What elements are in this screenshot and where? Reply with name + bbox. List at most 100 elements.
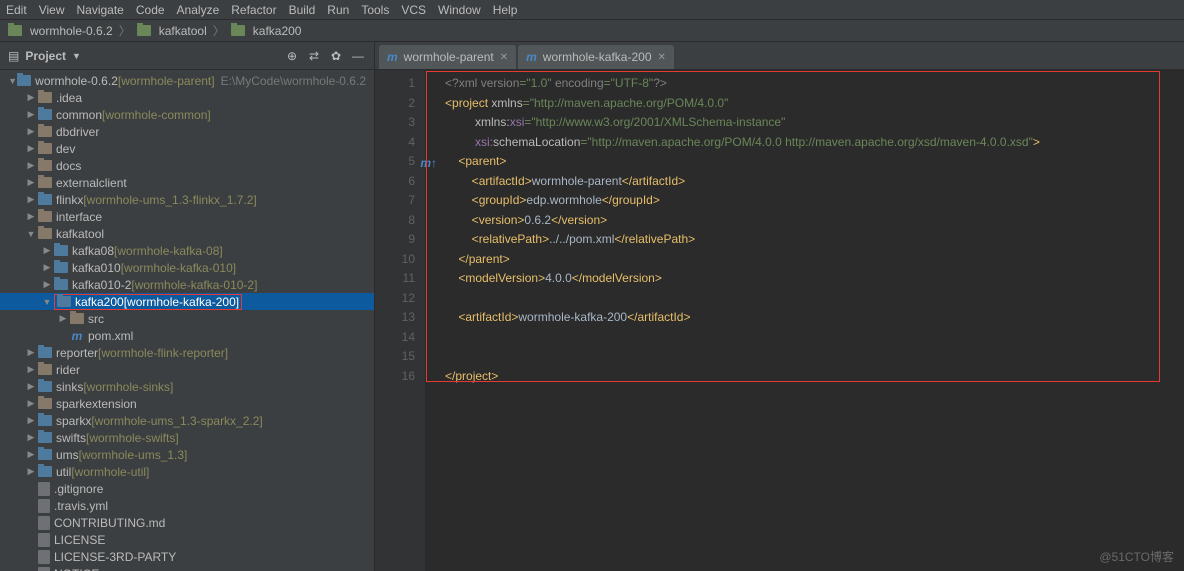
tree-row[interactable]: ▶docs — [0, 157, 374, 174]
expand-icon[interactable]: ▶ — [24, 466, 38, 477]
expand-icon[interactable]: ▶ — [24, 92, 38, 103]
expand-icon[interactable]: ▶ — [24, 364, 38, 375]
menu-edit[interactable]: Edit — [6, 3, 27, 17]
expand-icon[interactable]: ▶ — [24, 194, 38, 205]
close-icon[interactable]: ✕ — [500, 52, 508, 63]
project-tree[interactable]: ▼wormhole-0.6.2 [wormhole-parent] E:\MyC… — [0, 70, 374, 571]
breadcrumb-mid[interactable]: kafkatool — [159, 24, 207, 38]
menu-window[interactable]: Window — [438, 3, 481, 17]
tree-row[interactable]: .travis.yml — [0, 497, 374, 514]
tree-row[interactable]: ▶sparkextension — [0, 395, 374, 412]
tree-row[interactable]: ▶reporter [wormhole-flink-reporter] — [0, 344, 374, 361]
expand-icon[interactable]: ▶ — [24, 449, 38, 460]
tree-label: common — [56, 108, 102, 122]
menu-run[interactable]: Run — [327, 3, 349, 17]
expand-icon[interactable]: ▶ — [24, 347, 38, 358]
tab-wormhole-kafka-200[interactable]: m wormhole-kafka-200 ✕ — [518, 45, 674, 69]
menu-view[interactable]: View — [39, 3, 65, 17]
gear-icon[interactable]: ✿ — [328, 48, 344, 64]
expand-icon[interactable]: ▶ — [24, 143, 38, 154]
menu-help[interactable]: Help — [493, 3, 518, 17]
tree-label: CONTRIBUTING.md — [54, 516, 165, 530]
expand-icon[interactable]: ▶ — [24, 126, 38, 137]
expand-icon[interactable]: ▶ — [24, 398, 38, 409]
tree-row[interactable]: ▶sinks [wormhole-sinks] — [0, 378, 374, 395]
tree-row[interactable]: ▶dbdriver — [0, 123, 374, 140]
code-editor[interactable]: <?xml version="1.0" encoding="UTF-8"?> <… — [425, 70, 1184, 571]
tree-row[interactable]: ▶util [wormhole-util] — [0, 463, 374, 480]
tree-row[interactable]: ▼kafka200 [wormhole-kafka-200] — [0, 293, 374, 310]
tree-row[interactable]: NOTICE — [0, 565, 374, 571]
menu-vcs[interactable]: VCS — [401, 3, 426, 17]
tree-row[interactable]: ▶common [wormhole-common] — [0, 106, 374, 123]
menu-navigate[interactable]: Navigate — [76, 3, 123, 17]
menu-build[interactable]: Build — [289, 3, 316, 17]
tab-wormhole-parent[interactable]: m wormhole-parent ✕ — [379, 45, 516, 69]
expand-icon[interactable]: ▶ — [40, 262, 54, 273]
tree-row[interactable]: ▶swifts [wormhole-swifts] — [0, 429, 374, 446]
expand-icon[interactable]: ▶ — [24, 160, 38, 171]
editor-area: m wormhole-parent ✕ m wormhole-kafka-200… — [375, 42, 1184, 571]
tree-label: externalclient — [56, 176, 127, 190]
tree-row[interactable]: LICENSE-3RD-PARTY — [0, 548, 374, 565]
dropdown-icon[interactable]: ▼ — [72, 51, 81, 61]
folder-icon — [38, 347, 52, 358]
folder-icon — [54, 262, 68, 273]
menu-code[interactable]: Code — [136, 3, 165, 17]
tree-label: kafka200 — [75, 295, 124, 309]
tree-row[interactable]: ▶dev — [0, 140, 374, 157]
tree-row[interactable]: ▶rider — [0, 361, 374, 378]
menu-refactor[interactable]: Refactor — [231, 3, 276, 17]
expand-icon[interactable]: ▼ — [40, 297, 54, 307]
line-gutter[interactable]: 12345m↑678910111213141516 — [375, 70, 425, 571]
tree-row[interactable]: ▶flinkx [wormhole-ums_1.3-flinkx_1.7.2] — [0, 191, 374, 208]
tree-row[interactable]: ▶.idea — [0, 89, 374, 106]
tree-row[interactable]: ▶kafka08 [wormhole-kafka-08] — [0, 242, 374, 259]
menu-tools[interactable]: Tools — [361, 3, 389, 17]
tree-row[interactable]: LICENSE — [0, 531, 374, 548]
expand-icon[interactable]: ▼ — [24, 229, 38, 239]
expand-icon[interactable]: ▶ — [24, 109, 38, 120]
tree-row[interactable]: CONTRIBUTING.md — [0, 514, 374, 531]
collapse-icon[interactable]: — — [350, 48, 366, 64]
tree-row[interactable]: ▼wormhole-0.6.2 [wormhole-parent] E:\MyC… — [0, 72, 374, 89]
tree-row[interactable]: ▶src — [0, 310, 374, 327]
settings-icon[interactable]: ⇄ — [306, 48, 322, 64]
project-icon: ▤ — [8, 49, 19, 63]
folder-icon — [137, 25, 151, 36]
target-icon[interactable]: ⊕ — [284, 48, 300, 64]
folder-icon — [70, 313, 84, 324]
close-icon[interactable]: ✕ — [658, 52, 666, 63]
tree-label: .gitignore — [54, 482, 103, 496]
module-label: [wormhole-kafka-010-2] — [131, 278, 257, 292]
maven-icon: m — [387, 50, 398, 64]
tree-row[interactable]: mpom.xml — [0, 327, 374, 344]
expand-icon[interactable]: ▶ — [24, 415, 38, 426]
chevron-right-icon: 〉 — [213, 22, 225, 39]
menu-bar: Edit View Navigate Code Analyze Refactor… — [0, 0, 1184, 20]
folder-icon — [17, 75, 31, 86]
expand-icon[interactable]: ▶ — [40, 245, 54, 256]
menu-analyze[interactable]: Analyze — [177, 3, 220, 17]
expand-icon[interactable]: ▶ — [56, 313, 70, 324]
tree-row[interactable]: ▶kafka010 [wormhole-kafka-010] — [0, 259, 374, 276]
tree-row[interactable]: ▶ kafka010-2 [wormhole-kafka-010-2] — [0, 276, 374, 293]
expand-icon[interactable]: ▶ — [24, 432, 38, 443]
expand-icon[interactable]: ▼ — [8, 76, 17, 86]
tree-row[interactable]: ▶interface — [0, 208, 374, 225]
expand-icon[interactable]: ▶ — [24, 211, 38, 222]
tree-label: kafka08 — [72, 244, 114, 258]
folder-icon — [38, 415, 52, 426]
expand-icon[interactable]: ▶ — [24, 177, 38, 188]
tree-row[interactable]: .gitignore — [0, 480, 374, 497]
tree-row[interactable]: ▼kafkatool — [0, 225, 374, 242]
expand-icon[interactable]: ▶ — [24, 381, 38, 392]
breadcrumb-leaf[interactable]: kafka200 — [253, 24, 302, 38]
tree-label: kafka010-2 — [72, 278, 131, 292]
project-title[interactable]: Project — [25, 49, 66, 63]
tree-row[interactable]: ▶ externalclient — [0, 174, 374, 191]
expand-icon[interactable]: ▶ — [40, 279, 54, 290]
tree-row[interactable]: ▶sparkx [wormhole-ums_1.3-sparkx_2.2] — [0, 412, 374, 429]
tree-row[interactable]: ▶ums [wormhole-ums_1.3] — [0, 446, 374, 463]
breadcrumb-root[interactable]: wormhole-0.6.2 — [30, 24, 113, 38]
